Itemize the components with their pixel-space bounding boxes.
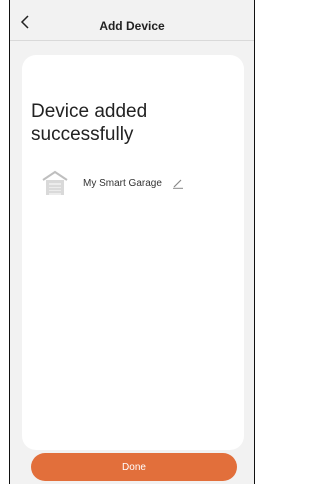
success-message: Device added successfully xyxy=(31,101,148,145)
device-name: My Smart Garage xyxy=(83,177,162,189)
pencil-icon[interactable] xyxy=(172,177,184,189)
header: Add Device xyxy=(10,0,254,41)
app-screen: Add Device Device added successfully My … xyxy=(9,0,255,484)
garage-icon xyxy=(42,170,68,195)
header-divider xyxy=(10,40,254,41)
done-button[interactable]: Done xyxy=(31,453,237,481)
page-title: Add Device xyxy=(99,19,165,33)
device-row: My Smart Garage xyxy=(41,168,184,198)
